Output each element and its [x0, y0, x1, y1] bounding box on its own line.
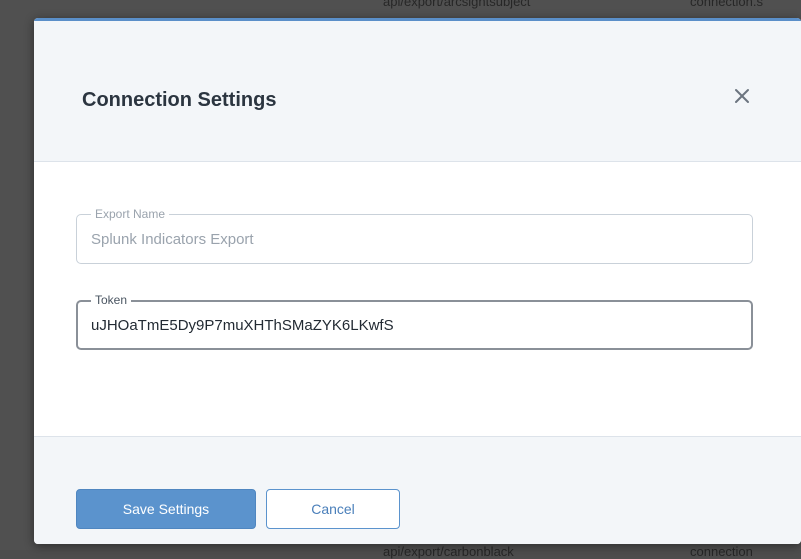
- export-name-field[interactable]: Export Name Splunk Indicators Export: [76, 207, 753, 264]
- token-field[interactable]: Token uJHOaTmE5Dy9P7muXHThSMaZYK6LKwfS: [76, 293, 753, 350]
- token-label: Token: [91, 293, 132, 307]
- dialog-footer: Save Settings Cancel: [34, 436, 801, 544]
- background-text: connection: [690, 544, 753, 559]
- background-text: api/export/carbonblack: [383, 544, 514, 559]
- background-text: api/export/arcsightsubject: [383, 0, 531, 9]
- dialog-header: Connection Settings: [34, 21, 801, 162]
- dialog-title: Connection Settings: [82, 89, 277, 111]
- export-name-label: Export Name: [91, 207, 170, 221]
- close-button[interactable]: [727, 81, 757, 111]
- save-settings-button[interactable]: Save Settings: [76, 489, 256, 529]
- export-name-value: Splunk Indicators Export: [91, 231, 254, 248]
- close-icon: [735, 89, 749, 103]
- connection-settings-dialog: Connection Settings Export Name Splunk I…: [34, 18, 801, 544]
- background-text: connection.s: [690, 0, 763, 9]
- cancel-button[interactable]: Cancel: [266, 489, 400, 529]
- token-value: uJHOaTmE5Dy9P7muXHThSMaZYK6LKwfS: [91, 317, 394, 334]
- dialog-body: Export Name Splunk Indicators Export Tok…: [34, 162, 801, 450]
